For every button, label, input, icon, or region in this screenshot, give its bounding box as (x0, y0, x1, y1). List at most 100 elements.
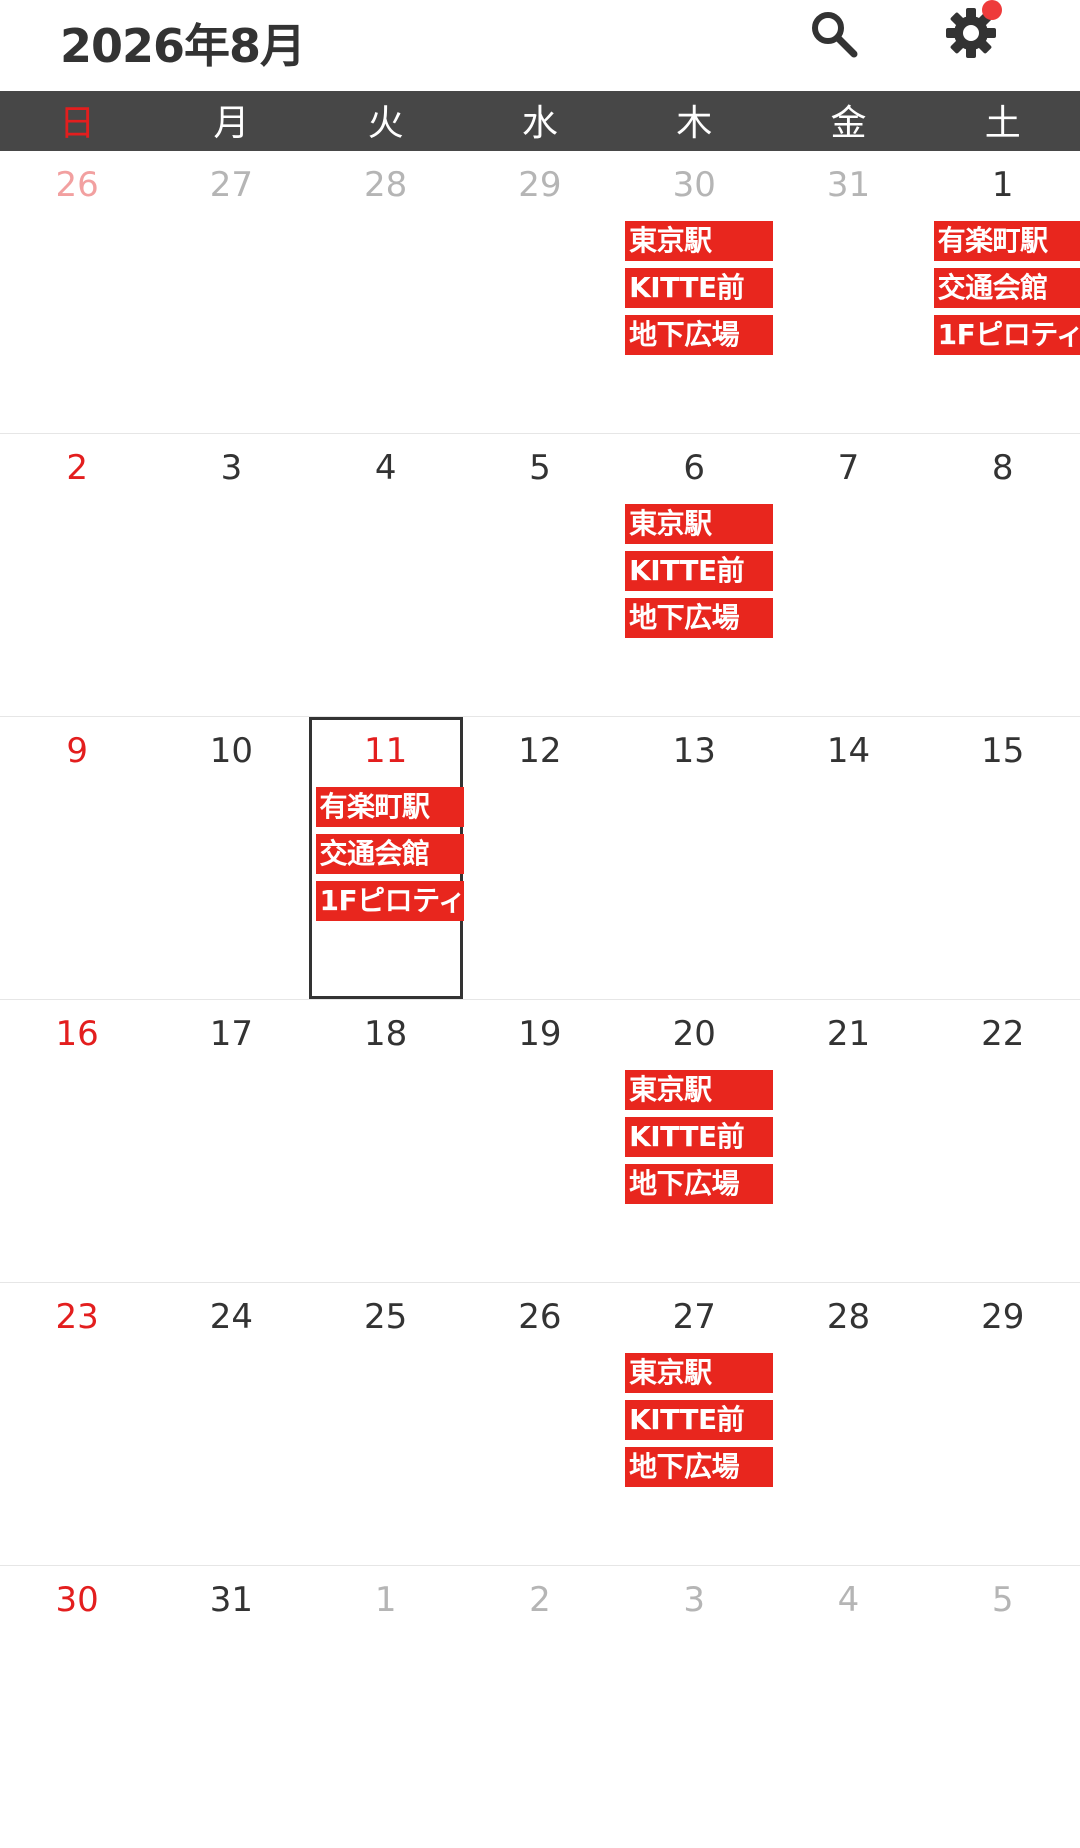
day-cell[interactable]: 4 (771, 1566, 925, 1848)
day-cell[interactable]: 3 (617, 1566, 771, 1848)
day-cell[interactable]: 5 (926, 1566, 1080, 1848)
day-cell[interactable]: 29 (926, 1283, 1080, 1565)
day-cell[interactable]: 19 (463, 1000, 617, 1282)
day-number: 16 (55, 1014, 99, 1054)
day-cell-today[interactable]: 11 有楽町駅 交通会館 1Fピロティ (308, 717, 464, 999)
day-number: 29 (518, 165, 562, 205)
weekday-label: 水 (521, 103, 558, 144)
day-cell[interactable]: 13 (617, 717, 771, 999)
day-cell[interactable]: 30 (0, 1566, 154, 1848)
day-cell[interactable]: 28 (309, 151, 463, 433)
day-cell[interactable]: 28 (771, 1283, 925, 1565)
day-cell[interactable]: 23 (0, 1283, 154, 1565)
day-cell[interactable]: 31 (154, 1566, 308, 1848)
app-header: 2026年8月 (0, 0, 1080, 91)
event-chip[interactable]: 地下広場 (625, 315, 774, 355)
week-row: 2 3 4 5 6 東京駅 KITTE前 地下広場 7 8 (0, 434, 1080, 717)
event-chip[interactable]: 有楽町駅 (933, 221, 1080, 261)
weekday-label: 日 (59, 103, 96, 144)
day-number: 28 (826, 1297, 871, 1337)
day-cell[interactable]: 17 (154, 1000, 308, 1282)
day-number: 5 (529, 448, 551, 488)
day-cell[interactable]: 26 (463, 1283, 617, 1565)
event-chip[interactable]: 東京駅 (625, 1070, 774, 1110)
day-cell[interactable]: 30 東京駅 KITTE前 地下広場 (617, 151, 774, 433)
event-list: 東京駅 KITTE前 地下広場 (617, 221, 774, 355)
event-list: 有楽町駅交通会館 1Fピロティ (312, 787, 464, 921)
day-number: 18 (364, 1014, 408, 1054)
event-chip[interactable]: 交通会館 (315, 834, 464, 874)
day-cell[interactable]: 21 (771, 1000, 925, 1282)
day-cell[interactable]: 16 (0, 1000, 154, 1282)
day-number: 4 (837, 1580, 860, 1620)
weekday-label: 月 (213, 103, 250, 144)
day-cell[interactable]: 20 東京駅 KITTE前 地下広場 (617, 1000, 774, 1282)
day-cell[interactable]: 12 (463, 717, 617, 999)
event-chip[interactable]: 有楽町駅 (315, 787, 464, 827)
day-number: 10 (209, 731, 254, 771)
event-chip[interactable]: 1Fピロティ (933, 315, 1080, 355)
event-chip[interactable]: KITTE前 (625, 268, 774, 308)
day-cell[interactable]: 1 有楽町駅 交通会館 1Fピロティ (926, 151, 1080, 433)
day-cell[interactable]: 25 (309, 1283, 463, 1565)
day-cell[interactable]: 8 (926, 434, 1080, 716)
day-number: 20 (672, 1014, 716, 1054)
day-number: 7 (837, 448, 860, 488)
day-cell[interactable]: 7 (771, 434, 925, 716)
day-number: 1 (374, 1580, 397, 1620)
day-number: 17 (209, 1014, 254, 1054)
day-cell[interactable]: 15 (926, 717, 1080, 999)
day-number: 28 (364, 165, 408, 205)
day-number: 5 (991, 1580, 1014, 1620)
day-number: 29 (981, 1297, 1025, 1337)
event-chip[interactable]: KITTE前 (625, 551, 774, 591)
day-cell[interactable]: 29 (463, 151, 617, 433)
notification-dot (982, 0, 1002, 20)
event-chip[interactable]: 東京駅 (625, 221, 774, 261)
day-cell[interactable]: 24 (154, 1283, 308, 1565)
day-cell[interactable]: 1 (309, 1566, 463, 1848)
day-number: 14 (826, 731, 871, 771)
event-chip[interactable]: 1Fピロティ (315, 881, 464, 921)
page-title[interactable]: 2026年8月 (60, 10, 306, 76)
search-button[interactable] (806, 6, 862, 62)
day-number: 8 (991, 448, 1014, 488)
day-cell[interactable]: 27 東京駅 KITTE前 地下広場 (617, 1283, 774, 1565)
day-cell[interactable]: 6 東京駅 KITTE前 地下広場 (617, 434, 774, 716)
weekday-label: 土 (984, 103, 1021, 144)
event-chip[interactable]: 東京駅 (625, 504, 774, 544)
event-chip[interactable]: KITTE前 (625, 1117, 774, 1157)
day-number: 2 (529, 1580, 551, 1620)
day-number: 12 (518, 731, 562, 771)
day-cell[interactable]: 10 (154, 717, 308, 999)
day-cell[interactable]: 4 (309, 434, 463, 716)
weekday-label: 木 (676, 103, 713, 144)
event-chip[interactable]: 東京駅 (625, 1353, 774, 1393)
day-cell[interactable]: 27 (154, 151, 308, 433)
day-cell[interactable]: 3 (154, 434, 308, 716)
week-row: 9 10 11 有楽町駅 交通会館 1Fピロティ 12 13 14 15 (0, 717, 1080, 1000)
day-number: 24 (209, 1297, 254, 1337)
day-cell[interactable]: 26 (0, 151, 154, 433)
day-number: 6 (683, 448, 706, 488)
event-chip[interactable]: 交通会館 (933, 268, 1080, 308)
day-cell[interactable]: 14 (771, 717, 925, 999)
day-cell[interactable]: 2 (0, 434, 154, 716)
weekday-label: 火 (367, 103, 404, 144)
event-chip[interactable]: 地下広場 (625, 1164, 774, 1204)
day-cell[interactable]: 9 (0, 717, 154, 999)
event-list: 東京駅 KITTE前 地下広場 (617, 504, 774, 638)
day-cell[interactable]: 2 (463, 1566, 617, 1848)
day-cell[interactable]: 31 (771, 151, 925, 433)
weekday-label: 金 (830, 103, 867, 144)
event-chip[interactable]: 地下広場 (625, 598, 774, 638)
event-chip[interactable]: 地下広場 (625, 1447, 774, 1487)
event-chip[interactable]: KITTE前 (625, 1400, 774, 1440)
day-cell[interactable]: 22 (926, 1000, 1080, 1282)
event-list: 有楽町駅交通会館 1Fピロティ (926, 221, 1080, 355)
day-number: 3 (220, 448, 243, 488)
week-row: 26 27 28 29 30 東京駅 KITTE前 地下広場 31 1 有楽町駅 交通会館 1Fピロティ (0, 151, 1080, 434)
day-cell[interactable]: 5 (463, 434, 617, 716)
day-cell[interactable]: 18 (309, 1000, 463, 1282)
day-number: 30 (55, 1580, 99, 1620)
